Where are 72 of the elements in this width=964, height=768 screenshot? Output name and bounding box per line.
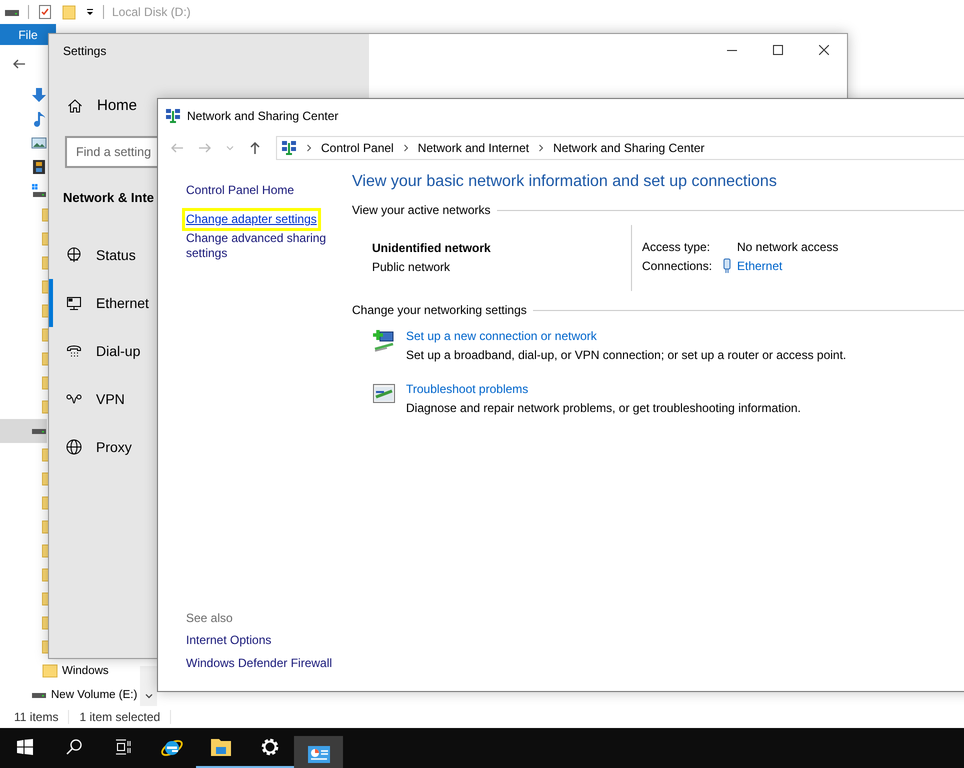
troubleshoot-icon [372, 382, 396, 406]
home-icon [67, 98, 83, 114]
tree-item[interactable]: Windows [0, 659, 109, 683]
film-icon [31, 159, 47, 175]
section-heading: Change your networking settings [352, 303, 527, 317]
nav-item[interactable]: Status [49, 231, 140, 279]
dropdown-icon[interactable] [85, 7, 95, 17]
forward-arrow-icon[interactable] [198, 141, 212, 155]
detail-value: No network access [737, 240, 838, 254]
file-tab[interactable]: File [0, 24, 56, 45]
breadcrumb-item[interactable]: Network and Sharing Center [553, 141, 705, 155]
window-title: Local Disk (D:) [112, 5, 191, 19]
see-also-link[interactable]: Internet Options [186, 633, 272, 648]
section-heading: View your active networks [352, 203, 491, 217]
back-arrow-icon[interactable] [12, 57, 26, 71]
breadcrumb-item[interactable]: Network and Internet [418, 141, 530, 155]
status-text: 11 items [14, 710, 58, 724]
connection-link[interactable]: Ethernet [737, 259, 782, 273]
see-also-link[interactable]: Windows Defender Firewall [186, 656, 332, 671]
ethernet-plug-icon [722, 258, 732, 274]
chevron-down-icon[interactable] [226, 144, 234, 152]
task-view-icon [114, 739, 130, 755]
folder-icon [42, 663, 58, 679]
scroll-down-button[interactable] [140, 666, 157, 706]
network-icon [165, 108, 181, 124]
monitor-icon [66, 295, 82, 311]
phone-icon [66, 343, 82, 359]
window-title: Settings [63, 44, 108, 58]
folder-icon[interactable] [61, 4, 77, 20]
sidebar-link[interactable]: Change advanced sharing settings [186, 231, 331, 261]
see-also-heading: See also [186, 611, 233, 625]
globe-icon [66, 247, 82, 263]
sidebar-link[interactable]: Control Panel Home [186, 183, 331, 198]
chevron-right-icon [537, 144, 546, 152]
chevron-right-icon [402, 144, 410, 152]
nav-item[interactable]: VPN [49, 375, 129, 423]
network-type: Public network [372, 260, 452, 274]
nav-item[interactable]: Dial-up [49, 327, 144, 375]
maximize-icon [773, 45, 783, 55]
task-description: Diagnose and repair network problems, or get troubleshooting information. [406, 401, 801, 415]
new-connection-icon [372, 329, 396, 353]
status-text: 1 item selected [79, 710, 160, 724]
detail-label: Access type: [642, 240, 712, 254]
address-bar[interactable]: Control Panel Network and Internet Network and Sharing Center [276, 136, 964, 160]
nav-item[interactable]: Proxy [49, 423, 136, 471]
globe-icon [66, 439, 82, 455]
breadcrumb-item[interactable]: Control Panel [321, 141, 394, 155]
windows-logo-icon [16, 739, 32, 755]
picture-icon [31, 135, 47, 151]
nav-item[interactable]: Ethernet [49, 279, 153, 327]
home-item[interactable]: Home [63, 97, 138, 114]
down-arrow-icon [31, 87, 47, 103]
chevron-down-icon [144, 692, 152, 700]
window-title: Network and Sharing Center [187, 109, 338, 123]
drive-icon [31, 183, 47, 199]
music-note-icon [31, 111, 47, 127]
network-name: Unidentified network [372, 241, 492, 255]
up-arrow-icon[interactable] [248, 141, 262, 155]
chevron-right-icon [305, 144, 313, 152]
section-heading: Network & Inte [63, 190, 154, 205]
tree-item[interactable]: New Volume (E:) [0, 683, 138, 707]
tree-item[interactable] [0, 419, 47, 443]
page-heading: View your basic network information and set up connections [352, 173, 778, 191]
search-field[interactable]: Find a setting [65, 136, 157, 168]
taskbar-button[interactable] [294, 736, 343, 768]
network-icon [281, 140, 297, 156]
task-link[interactable]: Set up a new connection or network [406, 329, 846, 343]
close-icon [819, 45, 829, 55]
task-description: Set up a broadband, dial-up, or VPN connection; or set up a router or access point. [406, 348, 846, 362]
task-link[interactable]: Troubleshoot problems [406, 382, 801, 396]
detail-label: Connections: [642, 259, 714, 273]
search-icon [66, 739, 82, 755]
